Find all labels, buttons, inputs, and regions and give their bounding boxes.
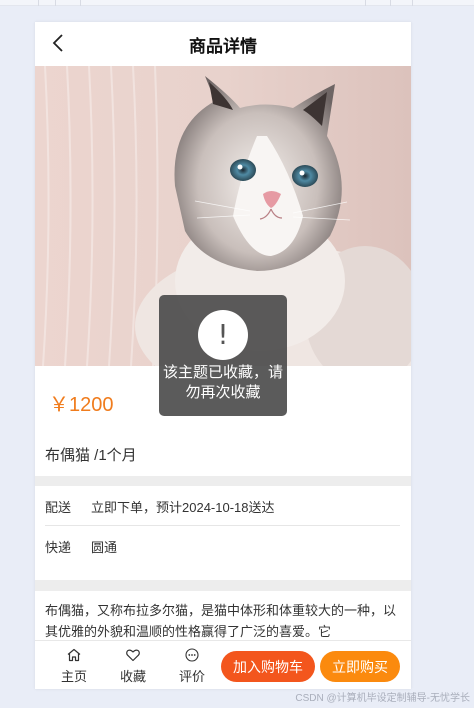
browser-divider [412, 0, 413, 6]
toast-text: 该主题已收藏，请勿再次收藏 [162, 364, 283, 401]
courier-value: 圆通 [91, 539, 118, 555]
browser-divider [38, 0, 39, 6]
product-name: 布偶猫 /1个月 [45, 447, 137, 464]
delivery-value: 立即下单，预计2024-10-18送达 [91, 500, 275, 515]
browser-divider [390, 0, 391, 6]
navbar: 商品详情 [35, 22, 411, 66]
tab-home[interactable]: 主页 [51, 647, 97, 687]
delivery-row: 配送 立即下单，预计2024-10-18送达 [45, 488, 400, 526]
page-title: 商品详情 [189, 36, 257, 56]
comment-icon [185, 648, 199, 662]
tab-review-label: 评价 [178, 669, 205, 684]
exclamation-icon: ! [198, 310, 248, 360]
tab-favorite-label: 收藏 [119, 669, 146, 684]
watermark: CSDN @计算机毕设定制辅导-无忧学长 [295, 693, 470, 704]
tab-review[interactable]: 评价 [169, 647, 215, 687]
buy-now-button[interactable]: 立即购买 [320, 651, 400, 682]
delivery-label: 配送 [45, 500, 72, 515]
tab-favorite[interactable]: 收藏 [110, 647, 156, 687]
add-to-cart-button[interactable]: 加入购物车 [221, 651, 315, 682]
toast-message: ! 该主题已收藏，请勿再次收藏 [159, 295, 287, 416]
browser-divider [80, 0, 81, 6]
chevron-left-icon[interactable] [47, 32, 71, 56]
shipping-card: 配送 立即下单，预计2024-10-18送达 快递 圆通 [35, 486, 411, 580]
description-text: 布偶猫，又称布拉多尔猫，是猫中体形和体重较大的一种，以其优雅的外貌和温顺的性格赢… [45, 603, 397, 639]
bottom-action-bar: 主页 收藏 评价 加入购物车 立即购买 [35, 640, 411, 689]
courier-label: 快递 [45, 539, 72, 555]
product-price: ￥1200 [49, 394, 114, 416]
home-icon [67, 648, 81, 662]
browser-top-strip [0, 0, 474, 6]
browser-divider [365, 0, 366, 6]
browser-divider [55, 0, 56, 6]
heart-icon [126, 649, 140, 662]
courier-row: 快递 圆通 [45, 527, 400, 565]
tab-home-label: 主页 [60, 669, 87, 684]
